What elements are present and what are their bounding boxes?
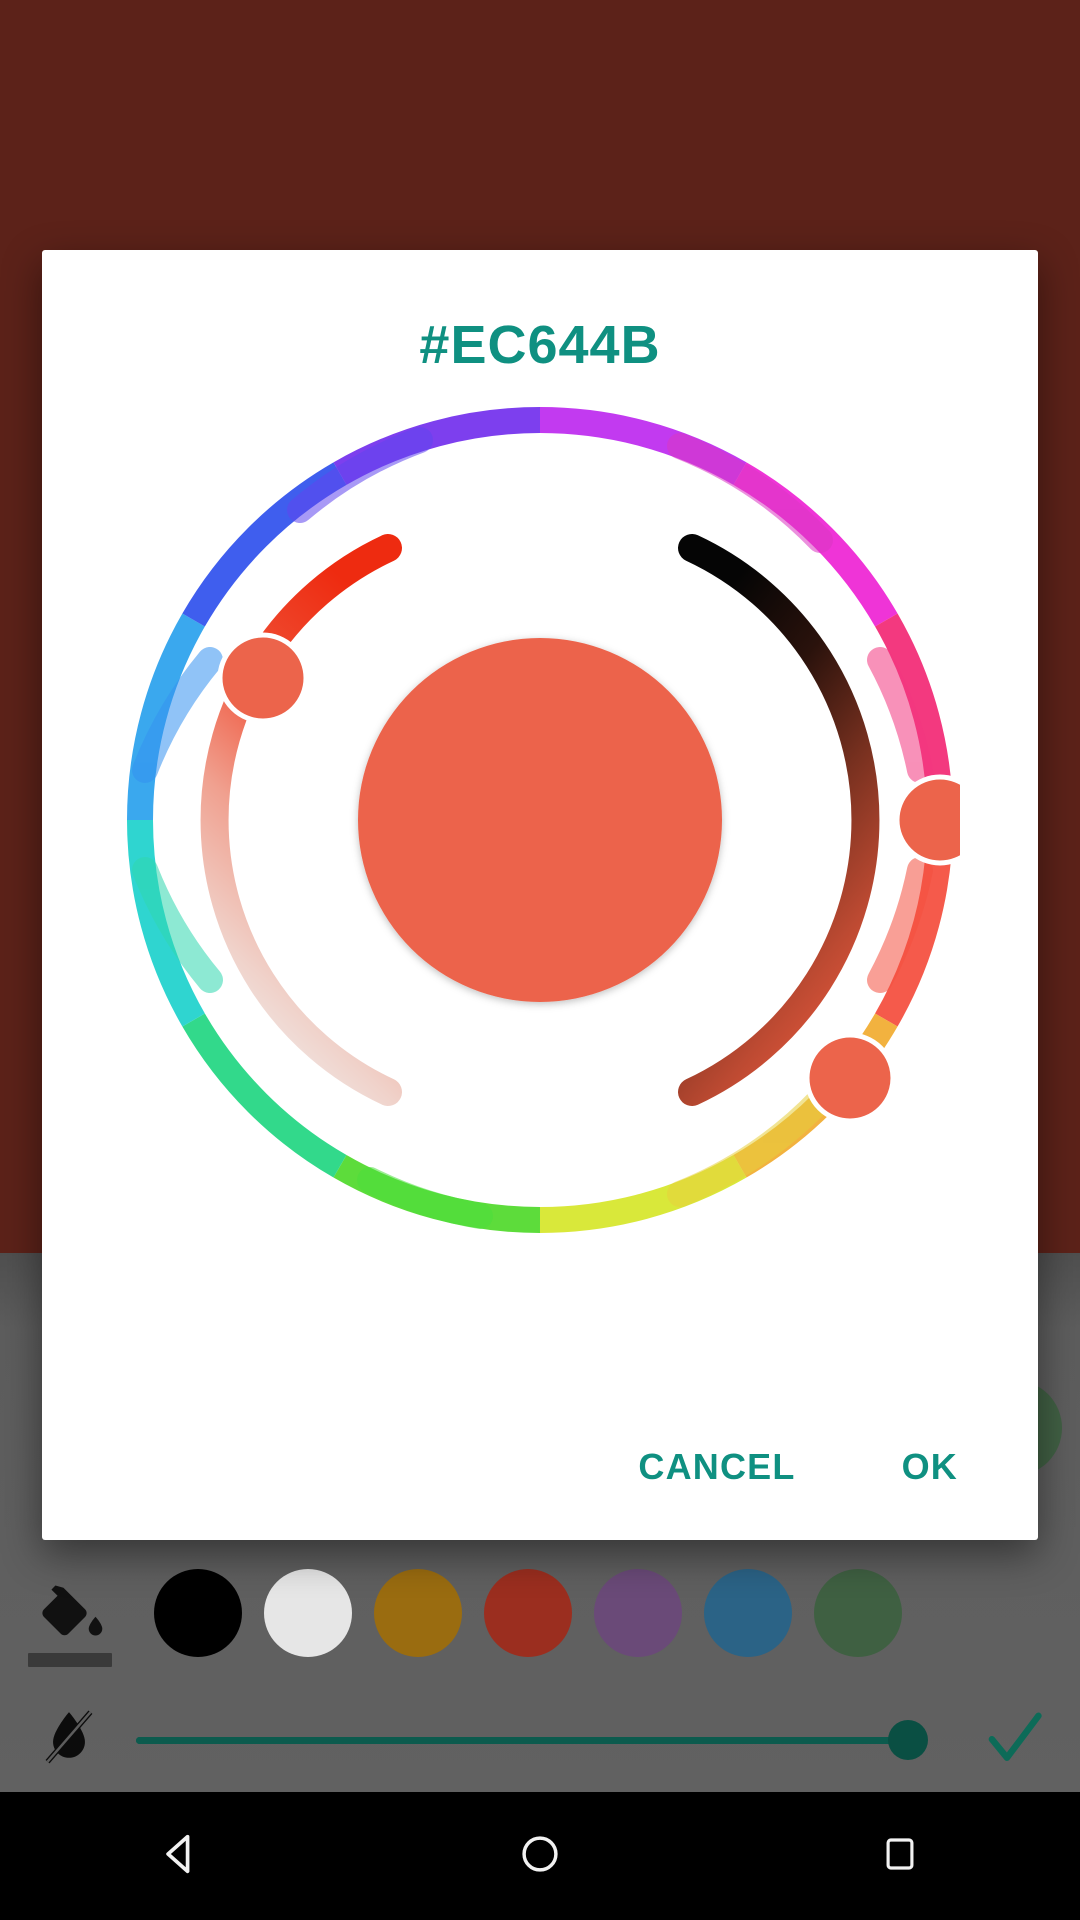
tool-swatch-row	[0, 1540, 1080, 1685]
color-picker-dialog: #EC644B CANCEL OK	[42, 250, 1038, 1540]
color-swatch-list	[128, 1540, 1080, 1685]
swatch-green[interactable]	[814, 1568, 902, 1657]
nav-back-button[interactable]	[90, 1792, 270, 1920]
value-handle	[804, 1032, 896, 1124]
cancel-button[interactable]: CANCEL	[608, 1428, 825, 1506]
selected-color-hex-label: #EC644B	[419, 315, 661, 375]
paint-bucket-icon	[36, 1576, 110, 1650]
opacity-slider[interactable]	[136, 1710, 928, 1770]
swatch-blue[interactable]	[704, 1568, 792, 1657]
swatch-white[interactable]	[264, 1568, 352, 1657]
home-circle-icon	[517, 1831, 563, 1882]
no-fill-button[interactable]	[14, 1705, 124, 1776]
android-navigation-bar	[0, 1792, 1080, 1920]
recents-square-icon	[879, 1833, 921, 1880]
swatch-brick[interactable]	[484, 1568, 572, 1657]
swatch-purple[interactable]	[594, 1568, 682, 1657]
swatch-amber[interactable]	[374, 1568, 462, 1657]
confirm-button[interactable]	[950, 1701, 1080, 1780]
opacity-slider-fill	[136, 1736, 924, 1744]
nav-home-button[interactable]	[450, 1792, 630, 1920]
dialog-action-bar: CANCEL OK	[608, 1428, 1014, 1506]
color-preview-circle	[358, 638, 722, 1002]
opacity-slider-thumb[interactable]	[888, 1720, 928, 1760]
back-triangle-icon	[154, 1828, 206, 1885]
screen-root: #EC644B CANCEL OK	[0, 0, 1080, 1920]
fill-tool-selected-indicator	[28, 1652, 112, 1667]
fill-tool-button[interactable]	[18, 1553, 128, 1673]
color-wheel[interactable]	[120, 400, 960, 1240]
nav-recents-button[interactable]	[810, 1792, 990, 1920]
hue-handle	[894, 774, 960, 866]
opacity-row	[0, 1685, 1080, 1795]
swatch-black[interactable]	[154, 1568, 242, 1657]
no-fill-icon	[36, 1705, 102, 1776]
saturation-handle	[217, 632, 309, 724]
ok-button[interactable]: OK	[872, 1428, 988, 1506]
checkmark-icon	[978, 1701, 1052, 1780]
